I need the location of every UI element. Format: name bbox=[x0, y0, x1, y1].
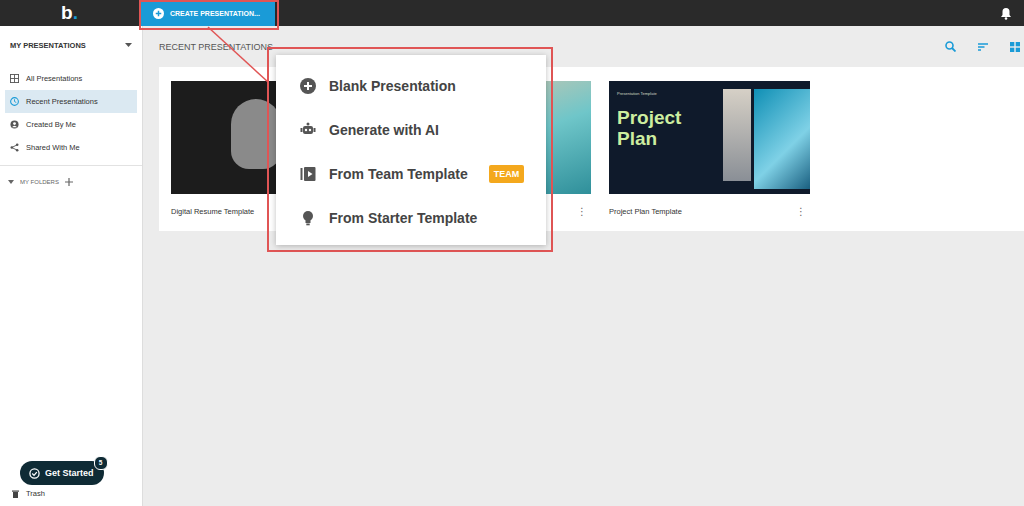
grid-icon bbox=[10, 74, 19, 83]
caret-down-icon bbox=[8, 180, 14, 184]
grid-view-icon[interactable] bbox=[1010, 42, 1020, 52]
top-bar: b. CREATE PRESENTATION... bbox=[0, 0, 1024, 26]
share-icon bbox=[10, 143, 19, 152]
card-title: Project Plan Template bbox=[609, 207, 682, 216]
plus-circle-icon bbox=[153, 8, 164, 19]
create-menu-highlight: Blank Presentation Generate with AI From… bbox=[267, 47, 553, 252]
sort-icon[interactable] bbox=[978, 43, 988, 51]
sidebar-item[interactable]: Shared With Me bbox=[5, 136, 137, 159]
sidebar: MY PRESENTATIONS All Presentations Recen… bbox=[0, 26, 143, 506]
user-icon bbox=[10, 120, 19, 129]
presentation-card[interactable]: Presentation Template Project Plan Proje… bbox=[609, 81, 810, 231]
menu-item[interactable]: Blank Presentation bbox=[276, 64, 546, 108]
sidebar-item[interactable]: All Presentations bbox=[5, 67, 137, 90]
sidebar-item[interactable]: Created By Me bbox=[5, 113, 137, 136]
create-menu: Blank Presentation Generate with AI From… bbox=[276, 55, 546, 245]
trash-icon bbox=[12, 490, 19, 498]
count-badge: 5 bbox=[94, 456, 108, 470]
video-template-icon bbox=[300, 166, 316, 182]
caret-down-icon bbox=[125, 43, 132, 48]
check-circle-icon bbox=[29, 468, 40, 479]
logo[interactable]: b. bbox=[0, 0, 139, 26]
my-folders[interactable]: MY FOLDERS bbox=[0, 166, 142, 186]
menu-item[interactable]: From Starter Template bbox=[276, 196, 546, 240]
plus-circle-icon bbox=[300, 78, 316, 94]
highlight-frame bbox=[139, 0, 279, 30]
search-icon[interactable] bbox=[945, 41, 956, 52]
sidebar-item[interactable]: Recent Presentations bbox=[5, 90, 137, 113]
section-title: RECENT PRESENTATIONS bbox=[159, 42, 273, 52]
thumbnail[interactable]: Presentation Template Project Plan bbox=[609, 81, 810, 194]
clock-icon bbox=[10, 97, 19, 106]
card-menu-button[interactable]: ⋮ bbox=[796, 206, 810, 217]
trash-item[interactable]: Trash bbox=[0, 485, 142, 506]
lightbulb-icon bbox=[300, 210, 316, 226]
app: b. CREATE PRESENTATION... MY PRESENTATIO… bbox=[0, 0, 1024, 506]
card-menu-button[interactable]: ⋮ bbox=[577, 206, 591, 217]
menu-item[interactable]: Generate with AI bbox=[276, 108, 546, 152]
card-title: Digital Resume Template bbox=[171, 207, 254, 216]
create-presentation-button[interactable]: CREATE PRESENTATION... bbox=[139, 0, 275, 26]
team-badge: TEAM bbox=[489, 165, 525, 183]
get-started-button[interactable]: Get Started 5 bbox=[20, 461, 104, 485]
bell-icon[interactable] bbox=[1000, 7, 1012, 20]
menu-item[interactable]: From Team Template TEAM bbox=[276, 152, 546, 196]
add-folder-icon[interactable] bbox=[65, 178, 73, 186]
robot-icon bbox=[300, 122, 316, 138]
my-presentations-header[interactable]: MY PRESENTATIONS bbox=[0, 26, 142, 53]
